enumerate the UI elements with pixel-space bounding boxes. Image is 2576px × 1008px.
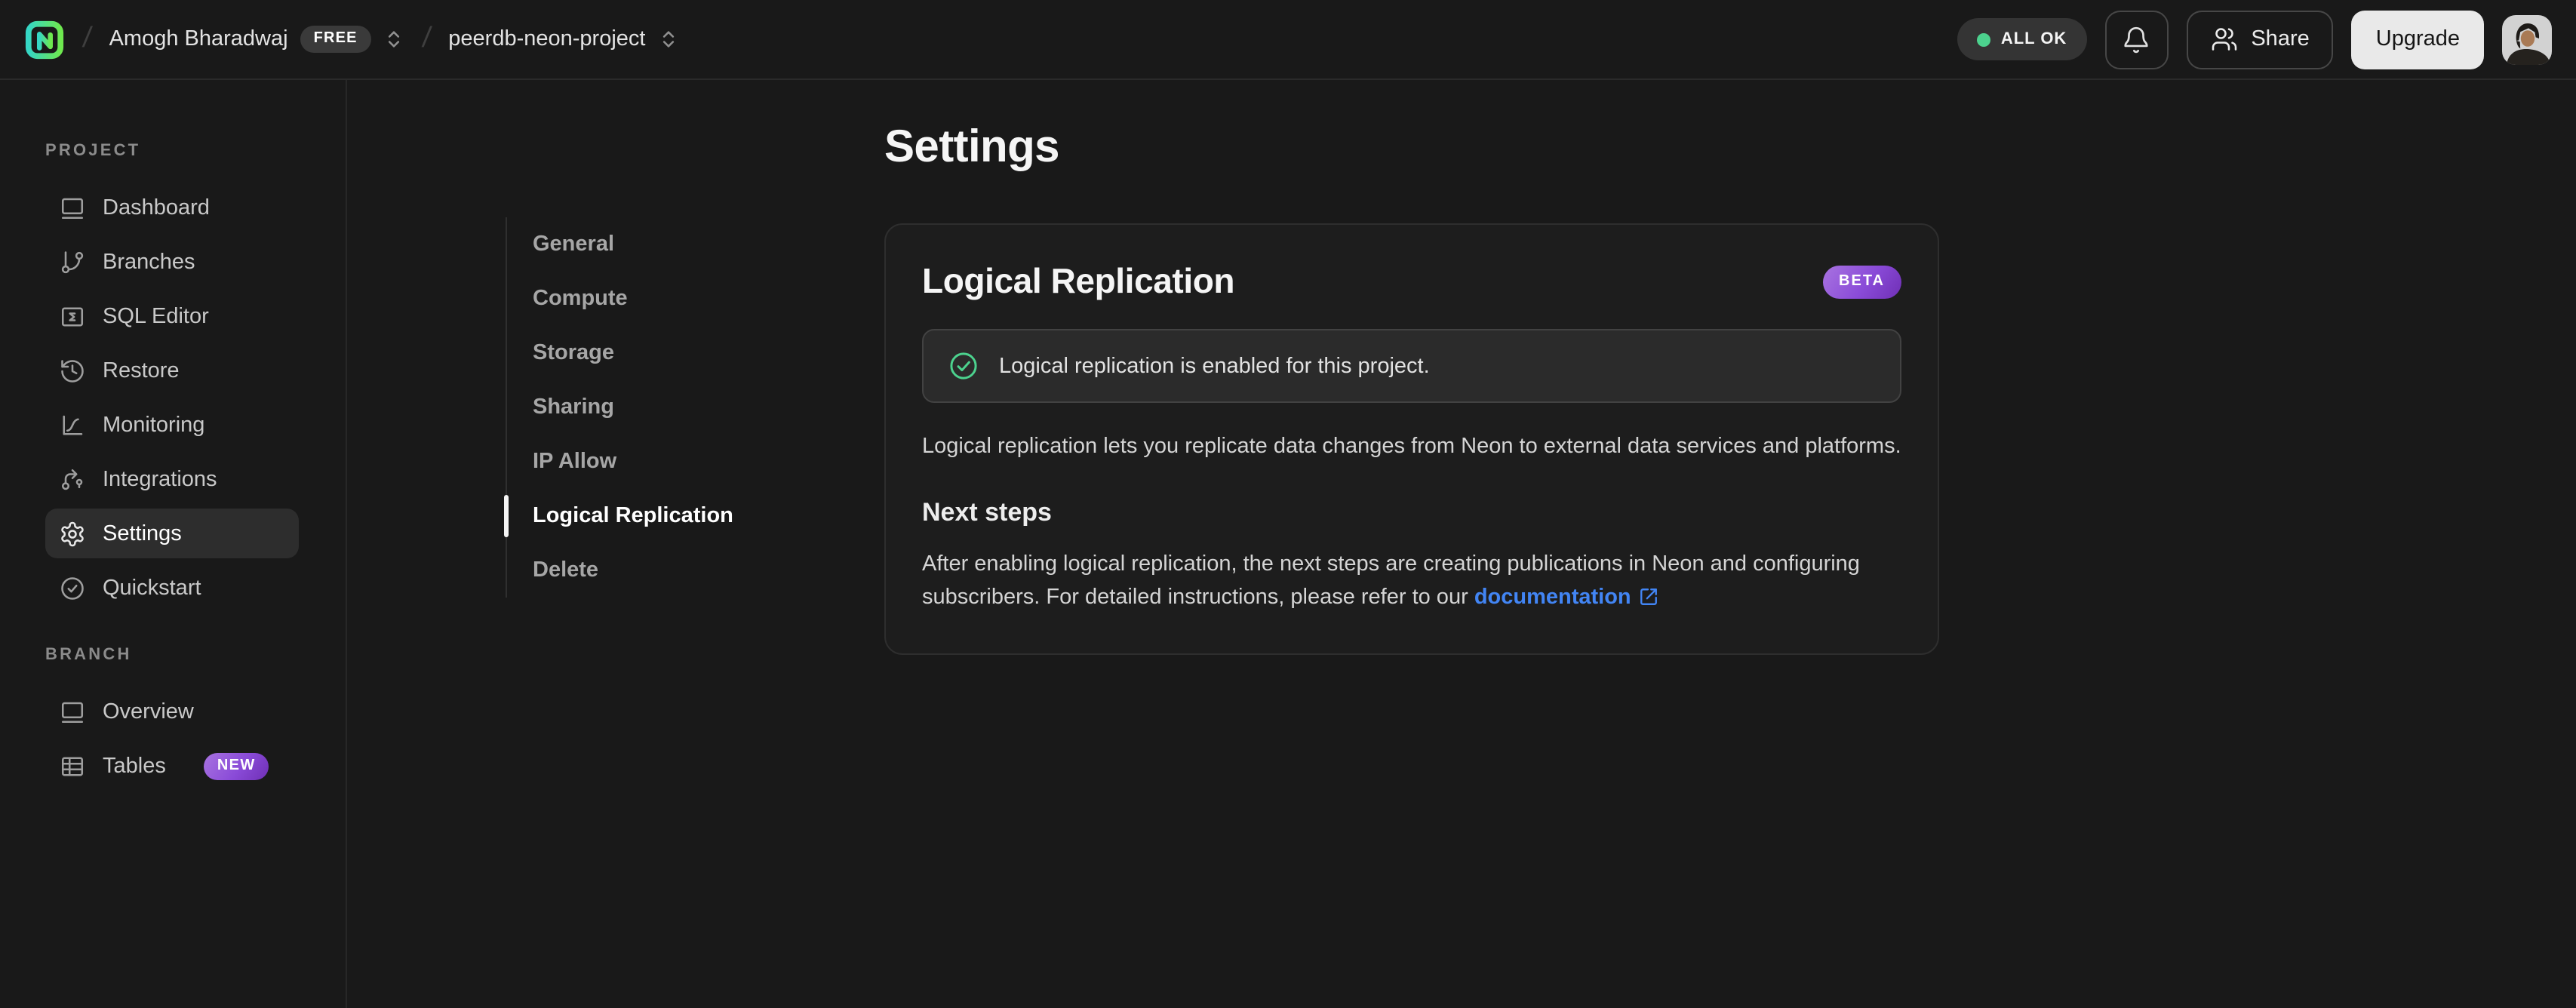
sidebar-item-tables[interactable]: Tables NEW	[45, 741, 299, 791]
documentation-link[interactable]: documentation	[1474, 585, 1631, 610]
share-label: Share	[2251, 27, 2310, 51]
window-icon	[59, 698, 86, 725]
check-circle-icon	[948, 350, 979, 382]
chart-line-icon	[59, 411, 86, 438]
sidebar: PROJECT Dashboard Branches SQL Editor Re…	[0, 80, 347, 1008]
sidebar-item-settings[interactable]: Settings	[45, 509, 299, 558]
breadcrumb-org[interactable]: Amogh Bharadwaj FREE	[109, 26, 404, 53]
breadcrumb-separator: /	[420, 23, 433, 54]
card-description: Logical replication lets you replicate d…	[922, 435, 1901, 459]
neon-logo[interactable]	[24, 19, 65, 60]
subnav-item-delete[interactable]: Delete	[507, 543, 764, 598]
card-title: Logical Replication	[922, 261, 1235, 300]
neon-console: / Amogh Bharadwaj FREE / peerdb-neon-pro…	[0, 0, 2576, 1008]
next-steps-title: Next steps	[922, 498, 1052, 527]
top-bar-actions: ALL OK Share Upgrade	[1957, 10, 2552, 69]
status-dot-icon	[1976, 32, 1990, 46]
share-button[interactable]: Share	[2186, 10, 2334, 69]
sidebar-section-project: PROJECT	[45, 142, 141, 160]
users-icon	[2210, 26, 2237, 53]
sidebar-section-branch: BRANCH	[45, 646, 132, 664]
subnav-item-logical-replication[interactable]: Logical Replication	[504, 489, 764, 543]
logical-replication-card: Logical Replication BETA Logical replica…	[884, 223, 1939, 655]
sidebar-item-label: SQL Editor	[103, 304, 209, 328]
upgrade-button[interactable]: Upgrade	[2351, 10, 2484, 69]
integrations-icon	[59, 466, 86, 493]
page-title: Settings	[884, 122, 1060, 172]
next-steps-text: After enabling logical replication, the …	[922, 552, 1860, 610]
gear-icon	[59, 520, 86, 547]
git-branch-icon	[59, 248, 86, 275]
sidebar-item-restore[interactable]: Restore	[45, 346, 299, 395]
sidebar-item-label: Quickstart	[103, 576, 201, 600]
new-badge: NEW	[203, 752, 269, 779]
subnav-item-ip-allow[interactable]: IP Allow	[507, 435, 764, 489]
bell-icon	[2122, 25, 2150, 54]
subnav-item-sharing[interactable]: Sharing	[507, 380, 764, 435]
status-badge[interactable]: ALL OK	[1957, 18, 2087, 60]
org-name: Amogh Bharadwaj	[109, 27, 288, 51]
breadcrumb-project[interactable]: peerdb-neon-project	[448, 27, 678, 51]
breadcrumb-separator: /	[81, 23, 94, 54]
check-circle-icon	[59, 574, 86, 601]
success-banner-text: Logical replication is enabled for this …	[999, 354, 1430, 378]
sidebar-item-label: Settings	[103, 521, 182, 545]
sidebar-section-gap	[45, 617, 299, 646]
project-selector-chevrons-icon[interactable]	[657, 29, 678, 50]
next-steps-paragraph: After enabling logical replication, the …	[922, 548, 1901, 617]
sidebar-item-sql-editor[interactable]: SQL Editor	[45, 291, 299, 341]
sidebar-item-label: Overview	[103, 699, 194, 724]
subnav-item-compute[interactable]: Compute	[507, 272, 764, 326]
subnav-item-storage[interactable]: Storage	[507, 326, 764, 380]
table-icon	[59, 752, 86, 779]
org-selector-chevrons-icon[interactable]	[383, 29, 404, 50]
subnav-item-general[interactable]: General	[507, 217, 764, 272]
sidebar-item-label: Integrations	[103, 467, 217, 491]
project-name: peerdb-neon-project	[448, 27, 646, 51]
history-icon	[59, 357, 86, 384]
dashboard-icon	[59, 194, 86, 221]
main-layout: PROJECT Dashboard Branches SQL Editor Re…	[0, 80, 2576, 1008]
org-plan-badge: FREE	[300, 26, 371, 53]
content-area: General Compute Storage Sharing IP Allow…	[347, 80, 2576, 1008]
beta-badge: BETA	[1822, 265, 1901, 298]
sidebar-item-monitoring[interactable]: Monitoring	[45, 400, 299, 450]
success-banner: Logical replication is enabled for this …	[922, 329, 1901, 403]
notifications-button[interactable]	[2104, 10, 2169, 69]
sidebar-item-quickstart[interactable]: Quickstart	[45, 563, 299, 613]
status-label: ALL OK	[2000, 30, 2067, 48]
settings-subnav: General Compute Storage Sharing IP Allow…	[504, 217, 764, 598]
user-avatar[interactable]	[2502, 14, 2552, 64]
sidebar-item-dashboard[interactable]: Dashboard	[45, 183, 299, 232]
sidebar-item-label: Tables	[103, 754, 166, 778]
external-link-icon[interactable]	[1639, 584, 1658, 617]
top-bar: / Amogh Bharadwaj FREE / peerdb-neon-pro…	[0, 0, 2576, 80]
card-header: Logical Replication BETA	[922, 261, 1901, 302]
sidebar-item-label: Branches	[103, 250, 195, 274]
sidebar-item-label: Monitoring	[103, 413, 205, 437]
sidebar-item-branches[interactable]: Branches	[45, 237, 299, 287]
sidebar-item-overview[interactable]: Overview	[45, 687, 299, 736]
sidebar-item-integrations[interactable]: Integrations	[45, 454, 299, 504]
settings-main: Settings Logical Replication BETA Logica…	[884, 80, 2576, 655]
sql-editor-icon	[59, 303, 86, 330]
sidebar-item-label: Dashboard	[103, 195, 210, 220]
sidebar-item-label: Restore	[103, 358, 180, 383]
